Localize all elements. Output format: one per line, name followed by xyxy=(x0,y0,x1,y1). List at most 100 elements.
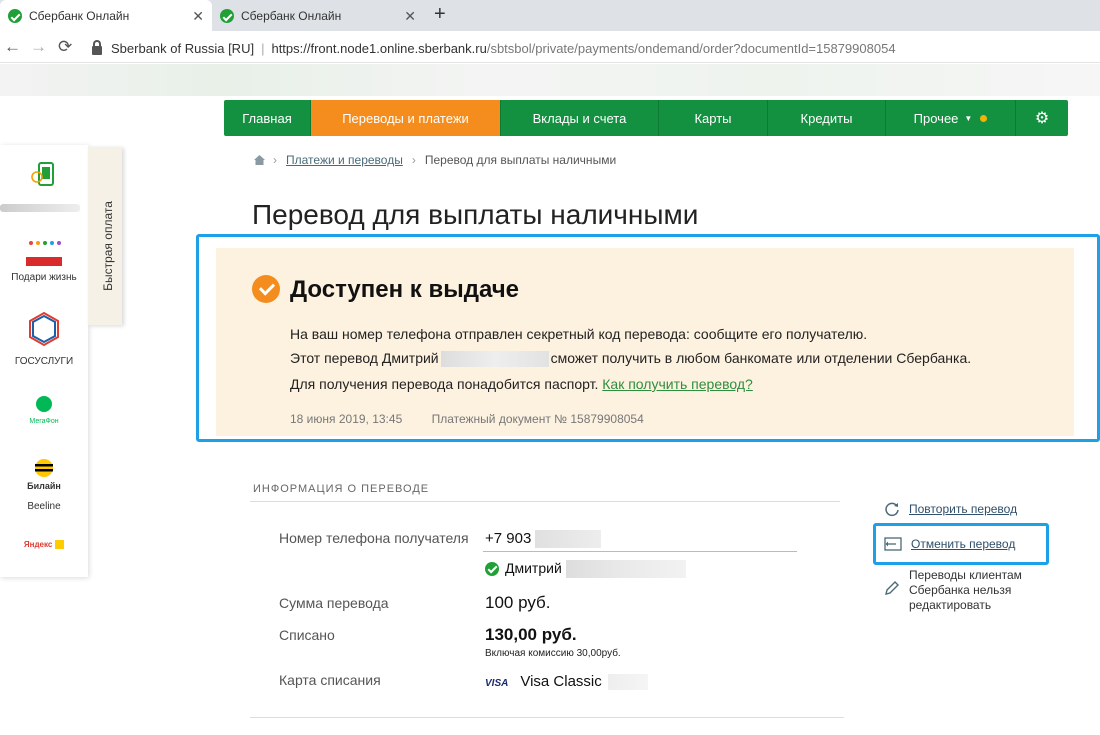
quick-pay-yandex[interactable]: Яндекс xyxy=(0,539,88,550)
breadcrumb-current: Перевод для выплаты наличными xyxy=(424,153,617,167)
recipient-name: Дмитрий xyxy=(505,560,562,576)
podari-zhizn-logo-icon xyxy=(26,241,62,266)
status-text: сможет получить в любом банкомате или от… xyxy=(550,350,972,366)
phone-label: Номер телефона получателя xyxy=(279,530,469,546)
page-title: Перевод для выплаты наличными xyxy=(252,199,699,230)
sberbank-client-icon xyxy=(485,562,499,577)
tab-title: Сбербанк Онлайн xyxy=(241,8,342,23)
nav-item-credits[interactable]: Кредиты xyxy=(768,100,886,136)
breadcrumb-link-payments[interactable]: Платежи и переводы xyxy=(286,153,403,167)
how-to-receive-link[interactable]: Как получить перевод? xyxy=(602,376,753,392)
browser-tab-bar: Сбербанк Онлайн ✕ Сбербанк Онлайн ✕ + xyxy=(0,0,1100,31)
nav-item-transfers[interactable]: Переводы и платежи xyxy=(311,100,501,136)
blurred-recipient xyxy=(565,560,686,579)
main-navigation: Главная Переводы и платежи Вклады и счет… xyxy=(224,100,1068,136)
nav-label: Кредиты xyxy=(800,110,853,126)
debited-label: Списано xyxy=(279,627,335,643)
close-tab-icon[interactable]: ✕ xyxy=(404,8,416,25)
amount-value: 100 руб. xyxy=(485,593,551,612)
debited-value: 130,00 руб. xyxy=(485,625,577,644)
card-value: VISA Visa Classic xyxy=(485,673,648,691)
visa-logo-icon: VISA xyxy=(485,678,509,689)
forward-arrow-icon[interactable]: → xyxy=(30,37,47,57)
beeline-logo-icon xyxy=(35,459,53,477)
mobile-payment-icon xyxy=(31,162,54,186)
breadcrumb: › Платежи и переводы › Перевод для выпла… xyxy=(254,153,616,167)
home-icon[interactable] xyxy=(254,155,265,165)
nav-label: Главная xyxy=(242,110,292,126)
site-identity: Sberbank of Russia [RU] xyxy=(111,40,255,56)
check-circle-icon xyxy=(252,275,280,303)
quick-pay-tab[interactable]: Быстрая оплата xyxy=(88,147,122,325)
info-section-title: ИНФОРМАЦИЯ О ПЕРЕВОДЕ xyxy=(253,483,430,495)
url-input[interactable]: Sberbank of Russia [RU] | https://front.… xyxy=(88,35,1100,61)
reload-icon[interactable]: ⟳ xyxy=(58,37,72,57)
status-line-passport: Для получения перевода понадобится паспо… xyxy=(290,376,753,392)
yandex-money-icon xyxy=(55,539,65,549)
back-arrow-icon[interactable]: ← xyxy=(4,37,21,57)
quick-pay-panel: Подари жизнь ГОСУСЛУГИ МегаФон Билайн Be… xyxy=(0,145,88,577)
breadcrumb-separator: › xyxy=(411,153,416,167)
quick-pay-beeline[interactable]: Билайн Beeline xyxy=(0,458,88,512)
nav-label: Карты xyxy=(694,110,732,126)
nav-item-deposits[interactable]: Вклады и счета xyxy=(501,100,659,136)
repeat-icon xyxy=(885,502,899,517)
quick-pay-label: ГОСУСЛУГИ xyxy=(14,356,74,367)
notification-dot-icon xyxy=(980,114,988,122)
sberbank-favicon-icon xyxy=(220,8,234,23)
gear-icon: ⚙ xyxy=(1034,110,1050,127)
yandex-logo-text: Яндекс xyxy=(23,540,53,549)
cancel-transfer-action[interactable]: Отменить перевод xyxy=(884,537,1015,551)
omnibox-separator: | xyxy=(261,40,265,56)
card-name: Visa Classic xyxy=(520,673,602,690)
cancel-transfer-icon xyxy=(884,537,902,551)
phone-value: +7 903 xyxy=(485,530,602,549)
gosuslugi-logo-icon xyxy=(29,311,59,347)
amount-label: Сумма перевода xyxy=(279,595,389,611)
repeat-transfer-link[interactable]: Повторить перевод xyxy=(909,502,1017,516)
transfer-date: 18 июня 2019, 13:45 xyxy=(290,412,403,426)
nav-item-home[interactable]: Главная xyxy=(224,100,311,136)
status-meta: 18 июня 2019, 13:45 Платежный документ №… xyxy=(290,412,644,426)
repeat-transfer-action[interactable]: Повторить перевод xyxy=(884,501,1017,517)
status-line-code: На ваш номер телефона отправлен секретны… xyxy=(290,326,868,342)
nav-label: Вклады и счета xyxy=(532,110,627,126)
quick-pay-megafon[interactable]: МегаФон xyxy=(0,393,88,425)
quick-pay-podari-zhizn[interactable]: Подари жизнь xyxy=(0,239,88,283)
status-text: Для получения перевода понадобится паспо… xyxy=(290,376,599,392)
browser-tab-2[interactable]: Сбербанк Онлайн ✕ xyxy=(212,0,424,31)
beeline-logo-text: Билайн xyxy=(27,481,61,491)
phone-underline xyxy=(483,551,797,552)
quick-pay-gosuslugi[interactable]: ГОСУСЛУГИ xyxy=(0,311,88,367)
browser-address-bar: ← → ⟳ Sberbank of Russia [RU] | https://… xyxy=(0,31,1100,63)
cancel-transfer-link[interactable]: Отменить перевод xyxy=(911,537,1015,551)
chevron-down-icon: ▼ xyxy=(964,113,973,123)
settings-button[interactable]: ⚙ xyxy=(1016,100,1068,136)
sberbank-favicon-icon xyxy=(8,8,22,23)
blurred-surname xyxy=(440,351,549,368)
nav-label: Переводы и платежи xyxy=(342,110,469,126)
divider xyxy=(250,501,840,502)
new-tab-button[interactable]: + xyxy=(434,3,446,26)
breadcrumb-separator: › xyxy=(273,153,277,167)
browser-tab-1[interactable]: Сбербанк Онлайн ✕ xyxy=(0,0,212,31)
quick-pay-mobile[interactable] xyxy=(0,161,88,192)
status-title: Доступен к выдаче xyxy=(290,276,519,303)
card-label: Карта списания xyxy=(279,672,381,688)
status-line-recipient: Этот перевод Дмитрий сможет получить в лю… xyxy=(290,350,972,368)
recipient-row: Дмитрий xyxy=(485,560,686,579)
nav-item-cards[interactable]: Карты xyxy=(659,100,768,136)
nav-item-other[interactable]: Прочее ▼ xyxy=(886,100,1016,136)
tab-title: Сбербанк Онлайн xyxy=(29,8,130,23)
quick-pay-label: Beeline xyxy=(27,501,61,512)
url-host: https://front.node1.online.sberbank.ru xyxy=(271,40,487,56)
edit-restriction-note: Переводы клиентам Сбербанка нельзя редак… xyxy=(909,568,1022,612)
blurred-header-strip xyxy=(0,64,1100,96)
lock-icon xyxy=(92,39,102,55)
blurred-phone xyxy=(535,530,602,549)
megafon-logo-icon xyxy=(36,396,52,412)
close-tab-icon[interactable]: ✕ xyxy=(192,8,204,25)
megafon-logo-text: МегаФон xyxy=(29,418,59,425)
divider xyxy=(250,717,844,718)
blurred-card-number xyxy=(607,674,648,691)
